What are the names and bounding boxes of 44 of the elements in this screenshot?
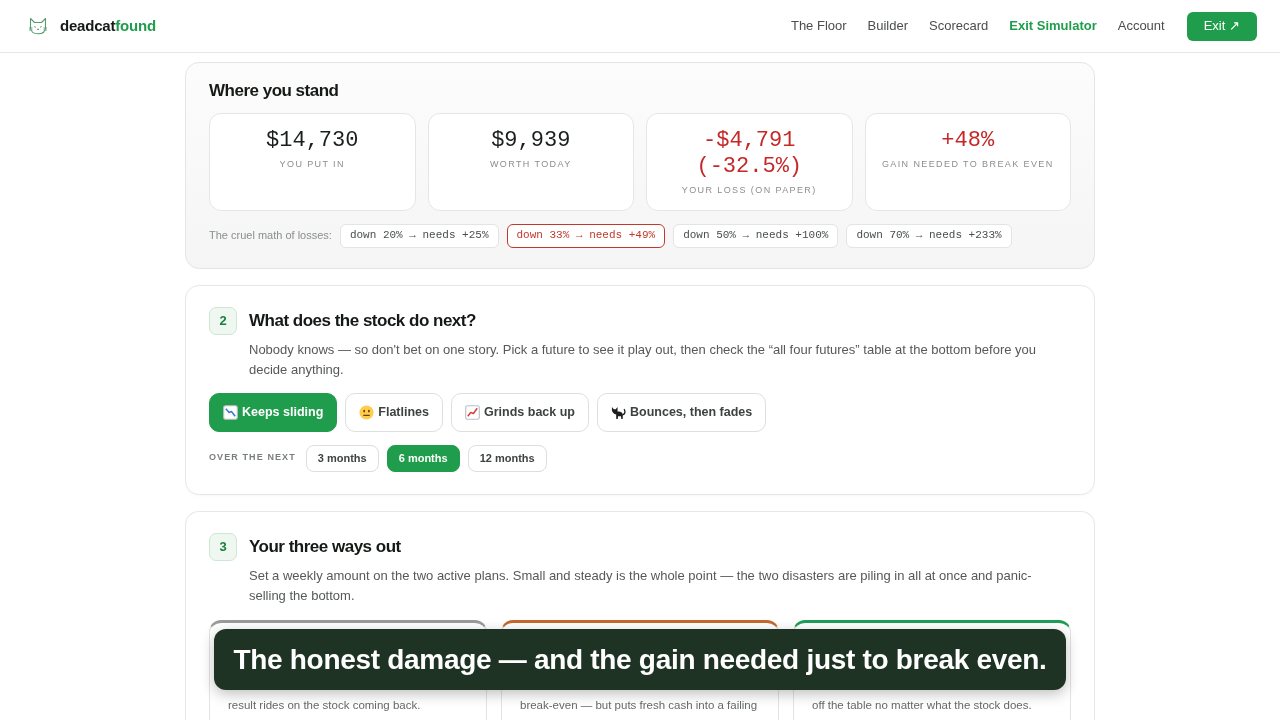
section-title: What does the stock do next? bbox=[249, 310, 476, 331]
nav-link[interactable]: Account bbox=[1117, 16, 1165, 36]
math-chip: down 20% → needs +25% bbox=[339, 223, 499, 248]
neutral-face-icon bbox=[359, 404, 375, 420]
stat-label: YOUR LOSS (ON PAPER) bbox=[680, 184, 818, 197]
plan-text: off the table no matter what the stock does. bbox=[812, 697, 1033, 713]
chart-down-icon bbox=[223, 404, 238, 420]
math-chip: down 33% → needs +49% bbox=[506, 223, 666, 248]
caption-banner: The honest damage — and the gain needed just to break even. bbox=[214, 629, 1066, 690]
nav-link[interactable]: Scorecard bbox=[929, 16, 989, 36]
stat-label: YOU PUT IN bbox=[278, 158, 346, 171]
nav-link[interactable]: The Floor bbox=[790, 16, 847, 36]
stat-label: WORTH TODAY bbox=[488, 158, 573, 171]
brand-name: deadcatfound bbox=[60, 15, 156, 36]
horizon-label: OVER THE NEXT bbox=[209, 451, 296, 465]
section-title: Where you stand bbox=[209, 81, 340, 101]
nav-link[interactable]: Builder bbox=[867, 16, 909, 36]
scenario-button[interactable]: Grinds back up bbox=[451, 392, 589, 432]
scenario-button[interactable]: Flatlines bbox=[345, 392, 443, 432]
scenario-button[interactable]: Keeps sliding bbox=[209, 392, 338, 432]
stat-value: +48% bbox=[940, 128, 996, 154]
plan-text: result rides on the stock coming back. bbox=[228, 697, 422, 713]
chart-up-icon bbox=[465, 404, 480, 420]
section-description: Set a weekly amount on the two active plans. Small and steady is the whole point — the two disasters are piling in all at once and panic-selling the bottom. bbox=[249, 566, 1033, 605]
step-number: 2 bbox=[209, 306, 237, 335]
stat-label: GAIN NEEDED TO BREAK EVEN bbox=[880, 158, 1055, 171]
math-chip: down 70% → needs +233% bbox=[846, 223, 1012, 248]
plan-text: break-even — but puts fresh cash into a failing bbox=[520, 697, 759, 713]
stat-value: $9,939 bbox=[490, 128, 572, 154]
math-chip: down 50% → needs +100% bbox=[673, 223, 839, 248]
nav-link[interactable]: Exit Simulator bbox=[1009, 16, 1097, 36]
horizon-button[interactable]: 12 months bbox=[467, 444, 547, 472]
step-number: 3 bbox=[209, 532, 237, 561]
cat-icon bbox=[611, 404, 626, 420]
stat-value: -$4,791 (-32.5%) bbox=[695, 128, 804, 180]
cat-logo-icon bbox=[28, 17, 48, 35]
exit-button[interactable]: Exit ↗ bbox=[1186, 11, 1257, 41]
section-description: Nobody knows — so don't bet on one story. Pick a future to see it play out, then check the “all four futures” table at the bottom before you decide anything. bbox=[249, 340, 1037, 379]
scenario-button[interactable]: Bounces, then fades bbox=[597, 392, 767, 432]
math-label: The cruel math of losses: bbox=[209, 228, 332, 244]
stat-value: $14,730 bbox=[265, 128, 360, 154]
horizon-button[interactable]: 3 months bbox=[305, 444, 379, 472]
horizon-button[interactable]: 6 months bbox=[386, 444, 460, 472]
section-title: Your three ways out bbox=[249, 536, 401, 557]
